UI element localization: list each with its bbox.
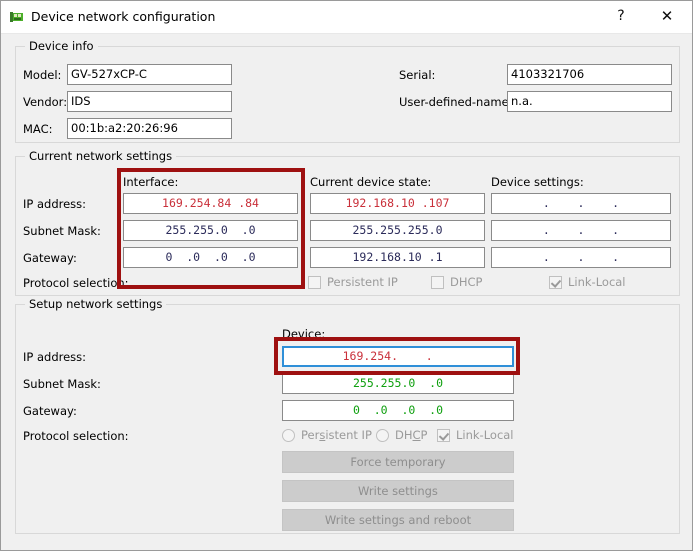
setup-link-local-checkbox[interactable]: Link-Local [437,428,514,442]
radio-button-icon [282,428,295,442]
model-field[interactable]: GV-527xCP-C [67,64,232,85]
device-info-legend: Device info [25,39,98,53]
current-persistent-ip-checkbox[interactable]: Persistent IP [308,275,398,289]
vendor-label: Vendor: [23,95,68,109]
current-link-local-label: Link-Local [568,275,626,289]
current-protocol-selection-label: Protocol selection: [23,276,129,290]
setup-gateway-field[interactable]: 0 .0 .0 .0 [282,400,514,421]
current-link-local-checkbox[interactable]: Link-Local [549,275,626,289]
device-state-gateway-field[interactable]: 192.168.10 .1 [310,247,485,268]
write-settings-button[interactable]: Write settings [282,480,514,502]
device-network-configuration-window: Device network configuration ? ✕ Device … [0,0,693,551]
current-persistent-ip-label: Persistent IP [327,275,398,289]
setup-dhcp-radio[interactable]: DHCP [376,428,427,442]
checkbox-box-icon [308,275,321,289]
interface-subnet-mask-field[interactable]: 255.255.0 .0 [123,220,298,241]
current-gateway-label: Gateway: [23,251,77,265]
title-bar: Device network configuration ? ✕ [1,1,692,34]
current-ip-address-label: IP address: [23,197,87,211]
checkbox-checked-icon [437,428,450,442]
device-settings-subnet-mask-field[interactable]: . . . [491,220,671,241]
device-settings-gateway-field[interactable]: . . . [491,247,671,268]
checkbox-checked-icon [549,275,562,289]
setup-network-settings-legend: Setup network settings [25,297,167,311]
write-settings-and-reboot-button[interactable]: Write settings and reboot [282,509,514,531]
setup-subnet-mask-field[interactable]: 255.255.0 .0 [282,373,514,394]
close-button[interactable]: ✕ [644,1,690,32]
radio-button-icon [376,428,389,442]
network-card-icon [10,12,23,22]
current-network-settings-legend: Current network settings [25,149,177,163]
checkbox-box-icon [431,275,444,289]
device-state-subnet-mask-field[interactable]: 255.255.255.0 [310,220,485,241]
device-state-ip-address-field[interactable]: 192.168.10 .107 [310,193,485,214]
setup-persistent-ip-label: Persistent IP [301,428,372,442]
serial-label: Serial: [399,68,436,82]
model-label: Model: [23,68,62,82]
mac-field[interactable]: 00:1b:a2:20:26:96 [67,118,232,139]
mac-label: MAC: [23,122,53,136]
user-defined-name-field[interactable]: n.a. [507,91,672,112]
setup-gateway-label: Gateway: [23,404,77,418]
current-device-state-column-header: Current device state: [310,175,432,189]
setup-persistent-ip-radio[interactable]: Persistent IP [282,428,372,442]
setup-subnet-mask-label: Subnet Mask: [23,377,101,391]
help-button[interactable]: ? [598,1,644,32]
force-temporary-button[interactable]: Force temporary [282,451,514,473]
vendor-field[interactable]: IDS [67,91,232,112]
device-settings-column-header: Device settings: [491,175,584,189]
device-settings-ip-address-field[interactable]: . . . [491,193,671,214]
interface-ip-address-field[interactable]: 169.254.84 .84 [123,193,298,214]
setup-device-column-header: Device: [282,327,326,341]
setup-link-local-label: Link-Local [456,428,514,442]
interface-gateway-field[interactable]: 0 .0 .0 .0 [123,247,298,268]
current-subnet-mask-label: Subnet Mask: [23,224,101,238]
interface-column-header: Interface: [123,175,179,189]
serial-field[interactable]: 4103321706 [507,64,672,85]
window-title: Device network configuration [31,9,216,24]
setup-dhcp-label: DHCP [395,428,428,442]
user-defined-name-label: User-defined-name: [399,95,513,109]
current-dhcp-label: DHCP [450,275,483,289]
setup-ip-address-label: IP address: [23,350,87,364]
setup-ip-address-field[interactable]: 169.254. . [282,346,514,367]
setup-protocol-selection-label: Protocol selection: [23,429,129,443]
current-dhcp-checkbox[interactable]: DHCP [431,275,482,289]
